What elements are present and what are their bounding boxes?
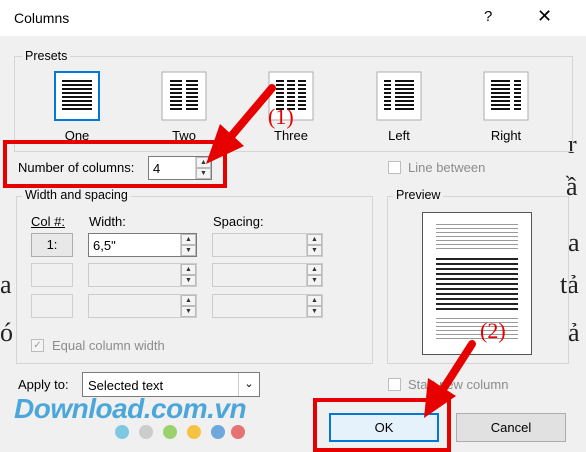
- annotation-step-2: (2): [480, 318, 506, 343]
- annotation-step-1: (1): [268, 104, 294, 129]
- annotation-arrows: [206, 84, 476, 418]
